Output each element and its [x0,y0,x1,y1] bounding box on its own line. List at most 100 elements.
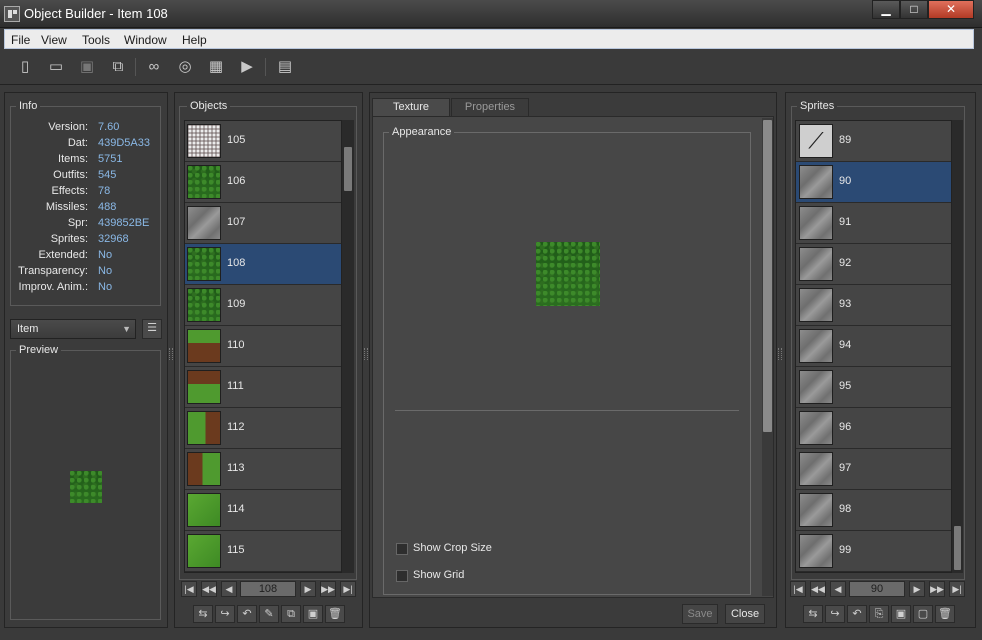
menu-window[interactable]: Window [124,33,167,47]
item-id: 95 [839,380,852,392]
next-fast-button[interactable]: ▶▶ [320,581,336,597]
list-item[interactable]: 110 [185,326,341,367]
next-button[interactable]: ▶ [909,581,925,597]
show-grid-label: Show Grid [413,569,465,581]
save-icon[interactable]: ▣ [76,56,98,78]
info-value: 78 [98,185,111,197]
item-id: 106 [227,175,246,187]
last-page-button[interactable]: ▶| [949,581,965,597]
list-item[interactable]: 113 [185,449,341,490]
prev-button[interactable]: ◀ [221,581,237,597]
menu-tools[interactable]: Tools [82,33,110,47]
animation-player-icon[interactable]: ▶ [236,56,258,78]
thumbnail-image [799,411,833,445]
export-icon[interactable]: ↪ [215,605,235,623]
prev-fast-button[interactable]: ◀◀ [201,581,217,597]
list-item[interactable]: 90 [796,162,951,203]
find-sprites-icon[interactable]: ◎ [174,56,196,78]
objects-page-field[interactable]: 108 [240,581,296,597]
list-item[interactable]: 107 [185,203,341,244]
editor-scrollbar-thumb[interactable] [763,120,772,432]
list-item[interactable]: 92 [796,244,951,285]
tab-texture[interactable]: Texture [372,98,450,116]
list-item[interactable]: 95 [796,367,951,408]
show-grid-checkbox[interactable] [396,570,408,582]
edit-icon[interactable]: ✎ [259,605,279,623]
tab-properties[interactable]: Properties [451,98,529,116]
splitter-grip[interactable] [169,348,173,360]
maximize-button[interactable]: □ [900,0,928,19]
list-options-icon[interactable]: ☰ [142,319,162,339]
list-item[interactable]: 99 [796,531,951,572]
thumbnail-image [799,534,833,568]
objects-scrollbar[interactable] [342,120,354,573]
list-item[interactable]: 114 [185,490,341,531]
menu-file[interactable]: File [11,33,30,47]
next-fast-button[interactable]: ▶▶ [929,581,945,597]
thumbnail-image [187,534,221,568]
list-item[interactable]: 111 [185,367,341,408]
info-label: Missiles: [45,201,88,213]
list-item[interactable]: 96 [796,408,951,449]
list-item[interactable]: 93 [796,285,951,326]
open-folder-icon[interactable]: ▭ [45,56,67,78]
list-item[interactable]: 108 [185,244,341,285]
replace-icon[interactable]: ⇆ [803,605,823,623]
sprites-title: Sprites [797,100,838,112]
import-icon[interactable]: ⎘ [869,605,889,623]
new-object-icon[interactable]: ▣ [303,605,323,623]
new-file-icon[interactable]: ▯ [14,56,36,78]
undo-icon[interactable]: ↶ [237,605,257,623]
duplicate-icon[interactable]: ⧉ [281,605,301,623]
save-sprite-icon[interactable]: ▣ [891,605,911,623]
first-page-button[interactable]: |◀ [790,581,806,597]
save-button[interactable]: Save [682,604,718,624]
trash-icon[interactable]: 🗑 [935,605,955,623]
prev-button[interactable]: ◀ [830,581,846,597]
list-item[interactable]: ⟋ 89 [796,121,951,162]
close-button[interactable]: Close [725,604,765,624]
replace-icon[interactable]: ⇆ [193,605,213,623]
undo-icon[interactable]: ↶ [847,605,867,623]
list-item[interactable]: 98 [796,490,951,531]
minimize-button[interactable]: ▁ [872,0,900,19]
item-id: 94 [839,339,852,351]
export-icon[interactable]: ↪ [825,605,845,623]
sprites-page-field[interactable]: 90 [849,581,905,597]
sprites-scrollbar[interactable] [952,120,963,573]
objects-list[interactable]: 105 106 107 108 109 110 111 112 113 114 115 [184,120,342,573]
list-item[interactable]: 91 [796,203,951,244]
first-page-button[interactable]: |◀ [181,581,197,597]
category-select[interactable]: Item ▼ [10,319,136,339]
list-item[interactable]: 106 [185,162,341,203]
next-button[interactable]: ▶ [300,581,316,597]
list-item[interactable]: 105 [185,121,341,162]
preview-image [70,471,102,503]
objects-scrollbar-thumb[interactable] [344,147,352,191]
menu-view[interactable]: View [41,33,67,47]
item-id: 97 [839,462,852,474]
list-item[interactable]: 115 [185,531,341,572]
close-window-button[interactable]: ✕ [928,0,974,19]
list-item[interactable]: 97 [796,449,951,490]
menu-help[interactable]: Help [182,33,207,47]
show-crop-size-checkbox[interactable] [396,543,408,555]
list-item[interactable]: 109 [185,285,341,326]
info-label: Outfits: [53,169,88,181]
grid-icon[interactable]: ▦ [205,56,227,78]
editor-scrollbar[interactable] [762,118,773,596]
new-sprite-icon[interactable]: ▢ [913,605,933,623]
settings-icon[interactable]: ▤ [274,56,296,78]
last-page-button[interactable]: ▶| [340,581,356,597]
binoculars-icon[interactable]: ∞ [143,56,165,78]
list-item[interactable]: 112 [185,408,341,449]
splitter-grip[interactable] [364,348,368,360]
splitter-grip[interactable] [778,348,782,360]
sprites-scrollbar-thumb[interactable] [954,526,961,570]
list-item[interactable]: 94 [796,326,951,367]
prev-fast-button[interactable]: ◀◀ [810,581,826,597]
thumbnail-image [799,452,833,486]
save-as-icon[interactable]: ⧉ [107,56,129,78]
sprites-list[interactable]: ⟋ 89 90 91 92 93 94 95 96 97 98 99 [795,120,952,573]
trash-icon[interactable]: 🗑 [325,605,345,623]
